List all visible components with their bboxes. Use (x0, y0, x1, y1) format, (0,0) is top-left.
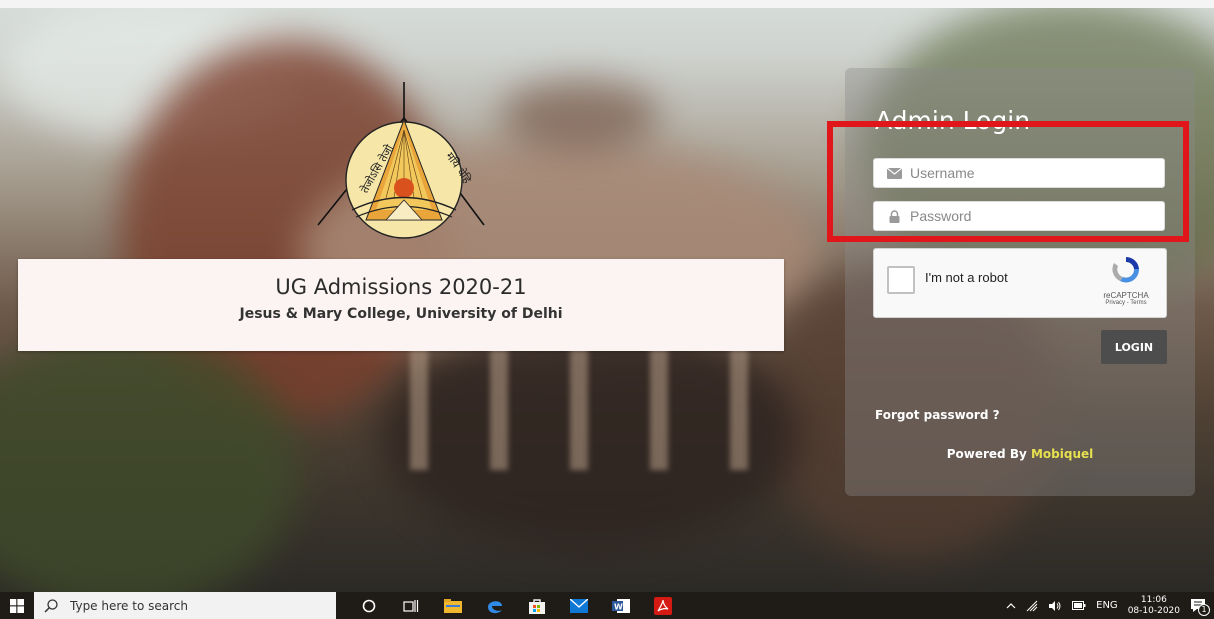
recaptcha-checkbox[interactable] (887, 266, 915, 294)
banner-subtitle: Jesus & Mary College, University of Delh… (239, 306, 563, 322)
word-icon[interactable]: W (600, 592, 642, 619)
recaptcha-brand: reCAPTCHA (1103, 291, 1149, 300)
clock-date: 08-10-2020 (1127, 605, 1180, 616)
powered-by: Powered By Mobiquel (845, 447, 1195, 461)
language-indicator[interactable]: ENG (1096, 600, 1118, 611)
recaptcha-widget: I'm not a robot reCAPTCHA Privacy - Term… (873, 248, 1167, 318)
notification-count: 1 (1198, 604, 1210, 616)
forgot-password-link[interactable]: Forgot password ? (875, 408, 1000, 422)
svg-text:W: W (614, 602, 623, 611)
notification-icon[interactable]: 1 (1190, 598, 1210, 616)
college-logo: तेजोऽसि तेजो मयि धेहि (316, 80, 486, 240)
volume-icon[interactable] (1048, 600, 1062, 612)
mail-icon[interactable] (558, 592, 600, 619)
task-view-icon[interactable] (390, 592, 432, 619)
system-tray: ENG 11:06 08-10-2020 1 (1006, 592, 1214, 619)
battery-icon[interactable] (1072, 601, 1086, 610)
recaptcha-links[interactable]: Privacy - Terms (1094, 300, 1158, 306)
edge-icon[interactable] (474, 592, 516, 619)
start-button[interactable] (0, 592, 34, 619)
windows-logo-icon (10, 598, 24, 613)
taskbar-search[interactable] (34, 592, 336, 619)
file-explorer-icon[interactable] (432, 592, 474, 619)
windows-taskbar: W ENG 11:06 08-10-2020 1 (0, 592, 1214, 619)
login-button[interactable]: LOGIN (1101, 330, 1167, 364)
network-icon[interactable] (1026, 600, 1038, 612)
taskbar-search-input[interactable] (68, 597, 312, 614)
store-icon[interactable] (516, 592, 558, 619)
recaptcha-badge: reCAPTCHA Privacy - Terms (1094, 255, 1158, 306)
powered-brand[interactable]: Mobiquel (1031, 447, 1093, 461)
powered-prefix: Powered By (946, 447, 1027, 461)
cortana-icon[interactable] (348, 592, 390, 619)
acrobat-icon[interactable] (642, 592, 684, 619)
banner-title: UG Admissions 2020-21 (275, 275, 527, 299)
chevron-up-icon[interactable] (1006, 602, 1016, 609)
clock-time: 11:06 (1140, 594, 1167, 605)
recaptcha-icon (1112, 256, 1140, 283)
admissions-banner: UG Admissions 2020-21 Jesus & Mary Colle… (18, 259, 784, 351)
annotation-highlight-box (827, 121, 1189, 242)
search-icon (44, 598, 58, 613)
recaptcha-label: I'm not a robot (925, 270, 1008, 285)
taskbar-clock[interactable]: 11:06 08-10-2020 (1128, 595, 1180, 617)
